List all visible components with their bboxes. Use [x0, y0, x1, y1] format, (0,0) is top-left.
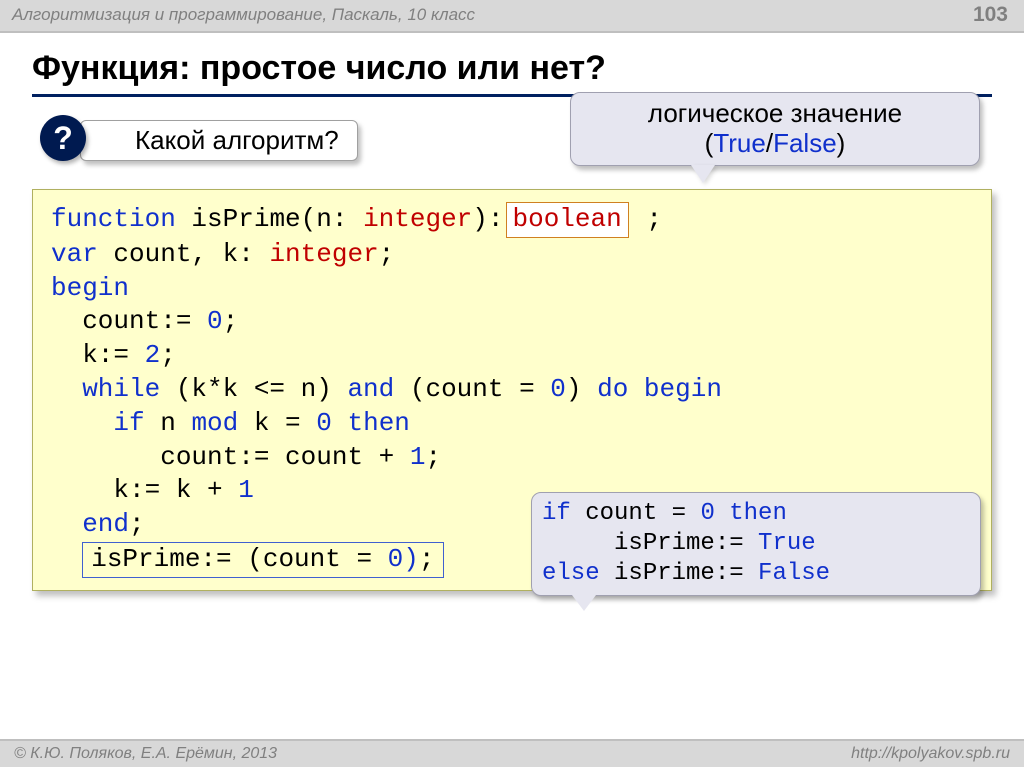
true-text: True [713, 128, 766, 158]
kw: True [758, 530, 816, 557]
txt: count, k: [98, 239, 270, 269]
question-mark: ? [53, 120, 73, 157]
kw: end [51, 509, 129, 539]
type: integer [269, 239, 378, 269]
txt: count = [571, 500, 701, 527]
txt: ) [403, 544, 419, 574]
txt: ; [419, 544, 435, 574]
num: 0 [550, 374, 566, 404]
breadcrumb: Алгоритмизация и программирование, Паска… [12, 5, 475, 25]
slash: / [766, 128, 773, 158]
txt: ; [223, 306, 239, 336]
txt: ; [631, 204, 662, 234]
txt: ; [129, 509, 145, 539]
txt: n [145, 408, 192, 438]
txt: k = [238, 408, 316, 438]
txt: ): [472, 204, 503, 234]
kw: begin [51, 273, 129, 303]
kw: if [542, 500, 571, 527]
txt: count:= [51, 306, 207, 336]
kw: mod [191, 408, 238, 438]
txt: k:= [51, 340, 145, 370]
txt: isPrime:= (count = [91, 544, 387, 574]
kw: function [51, 204, 176, 234]
footer-url: http://kpolyakov.spb.ru [851, 745, 1010, 763]
page-number: 103 [973, 3, 1008, 27]
num: 1 [238, 475, 254, 505]
kw: then [729, 500, 787, 527]
txt: isPrime:= [542, 530, 758, 557]
txt: k:= k + [51, 475, 238, 505]
question-box: Какой алгоритм? [80, 120, 358, 161]
question-icon: ? [40, 115, 86, 161]
false-text: False [773, 128, 837, 158]
txt: ; [379, 239, 395, 269]
txt: ) [566, 374, 597, 404]
result-box: isPrime:= (count = 0);if count = 0 then … [82, 542, 443, 578]
page-title: Функция: простое число или нет? [32, 49, 1024, 88]
code-block: function isPrime(n: integer):boolean ; v… [32, 189, 992, 591]
txt: isPrime:= [600, 560, 758, 587]
num: 0 [700, 500, 714, 527]
txt: count:= count + [51, 442, 410, 472]
kw: do begin [597, 374, 722, 404]
kw: else [542, 560, 600, 587]
kw: and [347, 374, 394, 404]
kw: then [347, 408, 409, 438]
kw: while [51, 374, 160, 404]
txt [715, 500, 729, 527]
num: 1 [410, 442, 426, 472]
callout-boolean: логическое значение (True/False) [570, 92, 980, 166]
paren-close: ) [837, 128, 846, 158]
callout-line1: логическое значение [648, 98, 902, 128]
boolean-box: boolean [506, 202, 629, 238]
txt: (count = [394, 374, 550, 404]
txt: ; [425, 442, 441, 472]
header-bar: Алгоритмизация и программирование, Паска… [0, 0, 1024, 33]
txt [332, 408, 348, 438]
callout-alternative: if count = 0 then isPrime:= True else is… [531, 492, 981, 596]
txt: (k*k <= n) [160, 374, 347, 404]
copyright: © К.Ю. Поляков, Е.А. Ерёмин, 2013 [14, 745, 277, 763]
type: integer [363, 204, 472, 234]
footer: © К.Ю. Поляков, Е.А. Ерёмин, 2013 http:/… [0, 739, 1024, 767]
num: 2 [145, 340, 161, 370]
txt: ; [160, 340, 176, 370]
kw: var [51, 239, 98, 269]
num: 0 [207, 306, 223, 336]
kw: False [758, 560, 830, 587]
kw: if [51, 408, 145, 438]
num: 0 [316, 408, 332, 438]
txt: isPrime(n: [176, 204, 363, 234]
num: 0 [388, 544, 404, 574]
